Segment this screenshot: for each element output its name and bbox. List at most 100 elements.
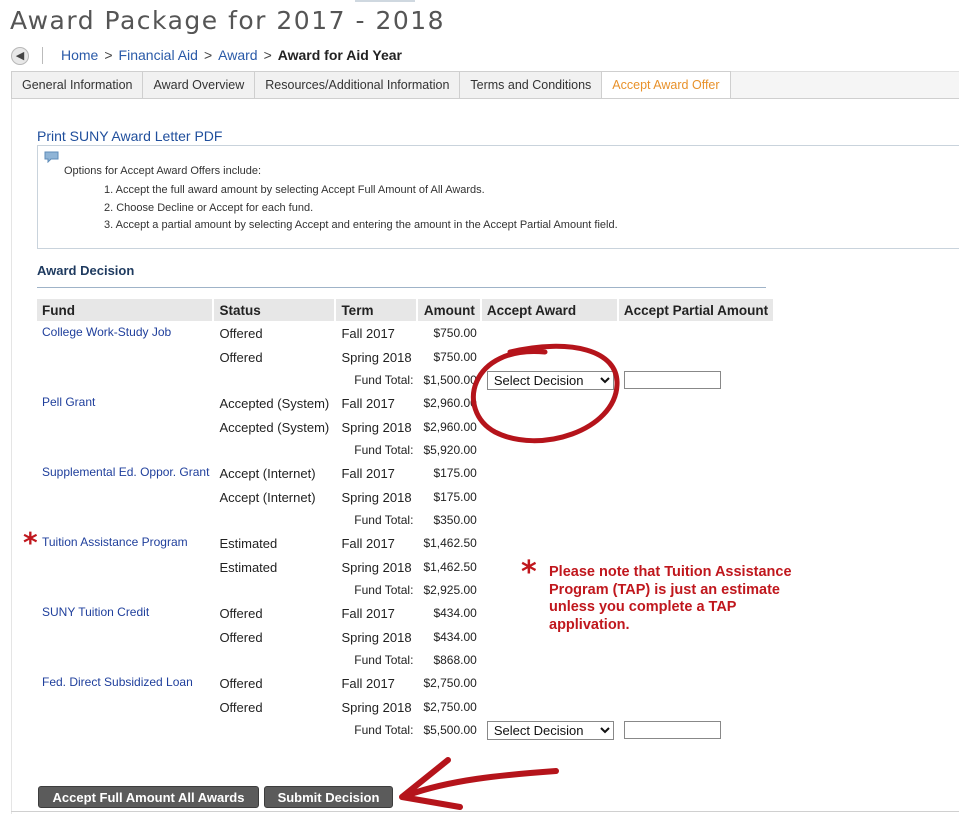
breadcrumb-financial-aid[interactable]: Financial Aid: [119, 47, 198, 63]
breadcrumb: Home > Financial Aid > Award > Award for Aid Y…: [61, 47, 402, 63]
info-intro: Options for Accept Award Offers include:: [64, 165, 262, 177]
accept-full-amount-button[interactable]: Accept Full Amount All Awards: [38, 786, 259, 808]
fund-total-amount: $5,500.00: [423, 723, 477, 737]
empty-cell: [482, 391, 619, 415]
info-item: 1. Accept the full award amount by selec…: [104, 184, 485, 196]
term-cell: Fall 2017: [341, 395, 395, 411]
empty-cell: [482, 671, 619, 695]
status-cell: Offered: [219, 675, 263, 691]
empty-cell: [619, 531, 775, 555]
breadcrumb-divider: [42, 47, 43, 64]
empty-cell: [482, 415, 619, 439]
status-cell: Accept (Internet): [219, 489, 316, 505]
fund-total-amount: $868.00: [433, 653, 477, 667]
fund-total-label: Fund Total:: [354, 723, 414, 737]
term-cell: Fall 2017: [341, 535, 395, 551]
breadcrumb-home[interactable]: Home: [61, 47, 98, 63]
fund-cell: Supplemental Ed. Oppor. Grant: [37, 461, 214, 531]
tab-general-information[interactable]: General Information: [11, 71, 143, 99]
bottom-divider: [11, 811, 959, 812]
tap-asterisk: *: [23, 526, 38, 559]
speech-bubble-icon: [44, 151, 59, 163]
note-asterisk: *: [521, 555, 537, 590]
decision-select-college-work-study[interactable]: Select Decision: [486, 370, 614, 390]
partial-amount-input-college-work-study[interactable]: [623, 371, 721, 389]
tab-bar: General Information Award Overview Resou…: [11, 71, 731, 99]
empty-cell: [619, 649, 775, 671]
column-header-accept-award: Accept Award: [481, 299, 619, 321]
fund-link-pell-grant[interactable]: Pell Grant: [42, 395, 95, 409]
column-header-status: Status: [214, 299, 337, 321]
fund-cell: Tuition Assistance Program: [37, 531, 214, 601]
fund-link-suny-tuition-credit[interactable]: SUNY Tuition Credit: [42, 605, 149, 619]
empty-cell: [619, 439, 775, 461]
fund-cell: SUNY Tuition Credit: [37, 601, 214, 671]
breadcrumb-current: Award for Aid Year: [277, 47, 402, 63]
amount-cell: $175.00: [433, 490, 477, 504]
fund-cell: Fed. Direct Subsidized Loan: [37, 671, 214, 741]
status-cell: Estimated: [219, 559, 278, 575]
empty-cell: [482, 531, 619, 555]
tab-terms-and-conditions[interactable]: Terms and Conditions: [459, 71, 602, 99]
term-cell: Spring 2018: [341, 419, 412, 435]
fund-total-amount: $2,925.00: [423, 583, 477, 597]
partial-amount-input-fed-direct-loan[interactable]: [623, 721, 721, 739]
fund-total-label: Fund Total:: [354, 653, 414, 667]
status-cell: Accepted (System): [219, 419, 330, 435]
fund-total-amount: $350.00: [433, 513, 477, 527]
accept-award-cell: Select Decision: [482, 719, 619, 741]
status-cell: Accept (Internet): [219, 465, 316, 481]
tab-accept-award-offer[interactable]: Accept Award Offer: [601, 71, 731, 99]
table-row: College Work-Study Job Offered Fall 2017…: [37, 321, 775, 345]
table-row: Pell Grant Accepted (System) Fall 2017 $…: [37, 391, 775, 415]
info-list: 1. Accept the full award amount by selec…: [104, 182, 618, 235]
amount-cell: $2,960.00: [423, 396, 477, 410]
amount-cell: $2,750.00: [423, 676, 477, 690]
info-item: 3. Accept a partial amount by selecting …: [104, 219, 618, 231]
tab-resources[interactable]: Resources/Additional Information: [254, 71, 460, 99]
award-decision-heading: Award Decision: [37, 263, 135, 278]
fund-link-supplemental-ed-grant[interactable]: Supplemental Ed. Oppor. Grant: [42, 465, 209, 479]
accept-partial-cell: [619, 719, 775, 741]
status-cell: Offered: [219, 325, 263, 341]
breadcrumb-award[interactable]: Award: [218, 47, 257, 63]
column-header-term: Term: [336, 299, 419, 321]
empty-cell: [619, 415, 775, 439]
status-cell: Accepted (System): [219, 395, 330, 411]
submit-decision-button[interactable]: Submit Decision: [264, 786, 393, 808]
breadcrumb-separator: >: [104, 47, 113, 63]
term-cell: Spring 2018: [341, 699, 412, 715]
fund-link-tuition-assistance-program[interactable]: Tuition Assistance Program: [42, 535, 188, 549]
empty-cell: [482, 649, 619, 671]
accept-partial-cell: [619, 369, 775, 391]
decision-select-fed-direct-loan[interactable]: Select Decision: [486, 720, 614, 740]
tab-award-overview[interactable]: Award Overview: [142, 71, 255, 99]
fund-total-label: Fund Total:: [354, 513, 414, 527]
term-cell: Spring 2018: [341, 349, 412, 365]
term-cell: Spring 2018: [341, 489, 412, 505]
amount-cell: $1,462.50: [423, 536, 477, 550]
back-arrow-icon[interactable]: ◀: [11, 47, 29, 65]
table-row: Fed. Direct Subsidized Loan Offered Fall…: [37, 671, 775, 695]
amount-cell: $750.00: [433, 326, 477, 340]
empty-cell: [482, 321, 619, 345]
fund-link-college-work-study[interactable]: College Work-Study Job: [42, 325, 171, 339]
empty-cell: [482, 695, 619, 719]
fund-total-label: Fund Total:: [354, 583, 414, 597]
term-cell: Fall 2017: [341, 605, 395, 621]
print-award-letter-link[interactable]: Print SUNY Award Letter PDF: [37, 128, 222, 144]
empty-cell: [482, 345, 619, 369]
fund-link-fed-direct-subsidized-loan[interactable]: Fed. Direct Subsidized Loan: [42, 675, 193, 689]
table-row: Tuition Assistance Program Estimated Fal…: [37, 531, 775, 555]
info-box: Options for Accept Award Offers include:…: [37, 145, 959, 249]
empty-cell: [619, 391, 775, 415]
fund-total-amount: $1,500.00: [423, 373, 477, 387]
amount-cell: $434.00: [433, 630, 477, 644]
empty-cell: [619, 345, 775, 369]
empty-cell: [619, 695, 775, 719]
table-row: Supplemental Ed. Oppor. Grant Accept (In…: [37, 461, 775, 485]
term-cell: Fall 2017: [341, 325, 395, 341]
empty-cell: [619, 509, 775, 531]
fund-total-amount: $5,920.00: [423, 443, 477, 457]
info-item: 2. Choose Decline or Accept for each fun…: [104, 201, 314, 214]
